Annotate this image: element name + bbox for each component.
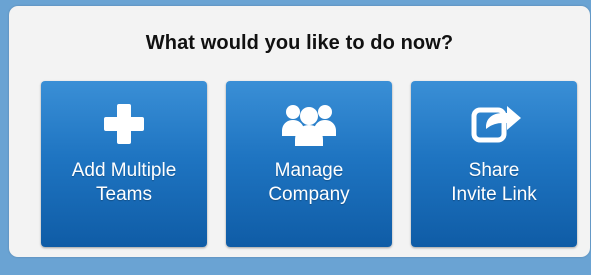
- action-dialog: What would you like to do now? Add Multi…: [9, 6, 590, 257]
- users-icon: [277, 98, 341, 150]
- share-icon: [462, 98, 526, 150]
- dialog-title: What would you like to do now?: [145, 32, 454, 54]
- manage-company-label: Manage Company: [268, 160, 350, 205]
- add-multiple-teams-button[interactable]: Add Multiple Teams: [41, 81, 207, 247]
- plus-icon: [92, 98, 156, 150]
- manage-company-button[interactable]: Manage Company: [226, 81, 392, 247]
- add-multiple-teams-label: Add Multiple Teams: [71, 160, 177, 205]
- share-invite-link-button[interactable]: Share Invite Link: [411, 81, 577, 247]
- share-invite-link-label: Share Invite Link: [451, 160, 537, 205]
